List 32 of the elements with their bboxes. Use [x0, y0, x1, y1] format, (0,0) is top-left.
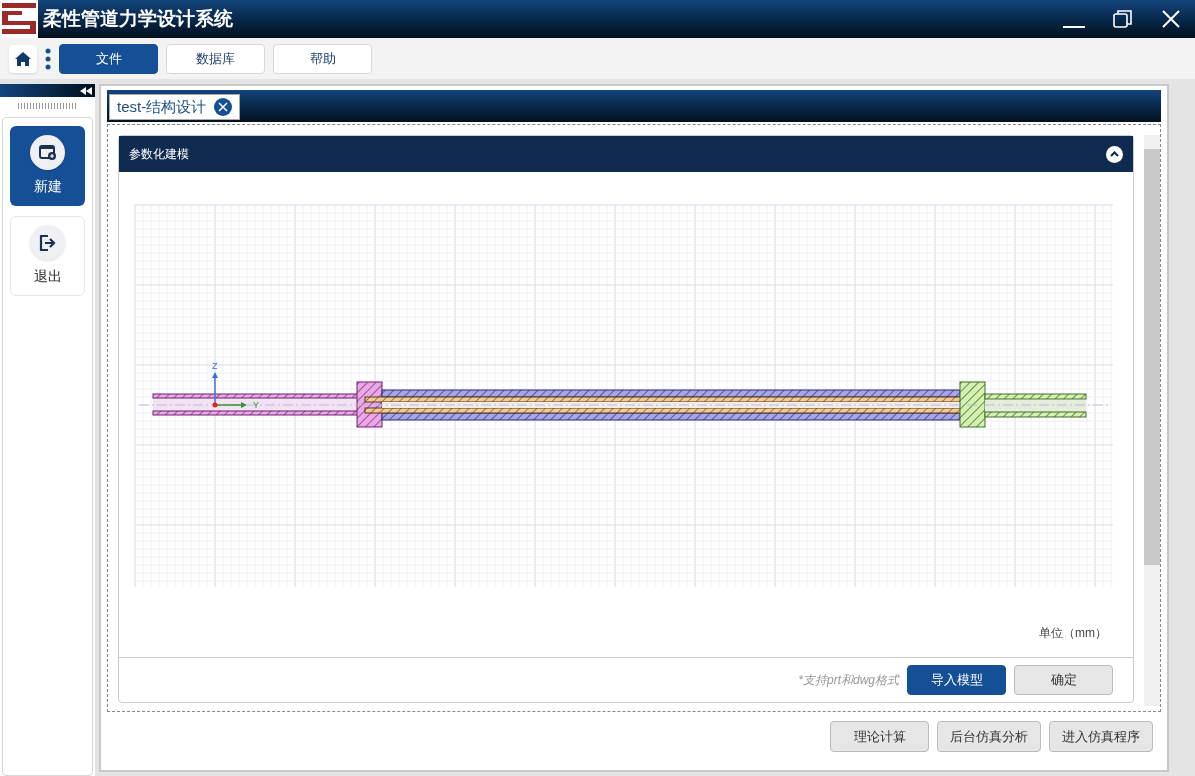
panel-title: 参数化建模: [129, 146, 189, 163]
axis-label: Y: [253, 400, 259, 410]
restore-icon[interactable]: [1113, 9, 1133, 29]
action-button[interactable]: 后台仿真分析: [937, 721, 1041, 752]
scrollbar-thumb[interactable]: [1144, 149, 1160, 565]
axis-drawing: [212, 372, 247, 408]
action-button[interactable]: 进入仿真程序: [1049, 721, 1153, 752]
close-icon[interactable]: [1161, 9, 1181, 29]
document-tab[interactable]: test-结构设计: [109, 94, 241, 120]
scrollbar[interactable]: [1144, 135, 1160, 706]
close-icon[interactable]: [214, 98, 233, 116]
menu-tab[interactable]: 文件: [59, 43, 158, 74]
sidebar-item[interactable]: 退出: [10, 216, 85, 296]
sidebar-item[interactable]: 新建: [10, 126, 85, 206]
window-title: 柔性管道力学设计系统: [43, 6, 233, 31]
format-hint: *支持prt和dwg格式: [798, 672, 899, 689]
exit-icon: [38, 234, 57, 251]
grip-icon[interactable]: [17, 103, 78, 109]
unit-label: 单位（mm）: [1039, 625, 1107, 642]
home-button[interactable]: [9, 44, 37, 73]
action-button[interactable]: 理论计算: [830, 721, 929, 752]
panel-button[interactable]: 导入模型: [907, 665, 1006, 695]
menu-tab[interactable]: 数据库: [166, 43, 265, 74]
window-plus-icon: [38, 144, 57, 161]
more-icon[interactable]: [45, 47, 51, 70]
home-icon: [14, 50, 32, 67]
chevron-up-icon[interactable]: [1106, 145, 1123, 163]
panel-button[interactable]: 确定: [1014, 665, 1113, 695]
axis-label: Z: [212, 361, 218, 371]
document-tab-title: test-结构设计: [117, 96, 207, 117]
menu-tab[interactable]: 帮助: [273, 43, 372, 74]
collapse-icon[interactable]: [80, 86, 92, 95]
